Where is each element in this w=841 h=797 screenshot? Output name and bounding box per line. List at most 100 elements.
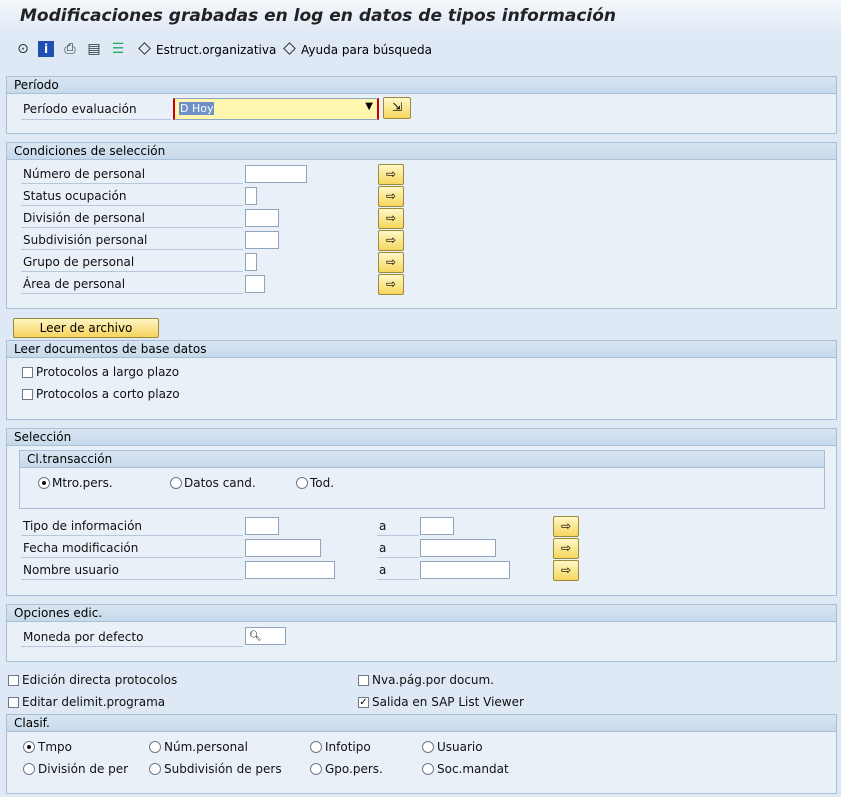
datos-cand-radio[interactable] [170, 477, 182, 489]
largo-plazo-checkbox[interactable] [22, 367, 33, 378]
gpo-pers-label: Gpo.pers. [325, 762, 383, 776]
leer-archivo-button[interactable]: Leer de archivo [13, 318, 159, 338]
condiciones-group: Condiciones de selección Número de perso… [6, 142, 837, 309]
diamond-icon [138, 42, 151, 55]
fecha-modificacion-from-input[interactable] [245, 539, 321, 557]
periodo-evaluacion-label: Período evaluación [23, 102, 137, 116]
salida-alv-checkbox[interactable]: ✓ [358, 697, 369, 708]
grupo-personal-label: Grupo de personal [23, 255, 135, 269]
tipo-informacion-label: Tipo de información [23, 519, 143, 533]
page-title: Modificaciones grabadas en log en datos … [20, 6, 617, 26]
usuario-radio[interactable] [422, 741, 434, 753]
underline [377, 557, 419, 558]
numero-personal-input[interactable] [245, 165, 307, 183]
condiciones-header: Condiciones de selección [7, 143, 836, 160]
infotipo-radio[interactable] [310, 741, 322, 753]
to-label: a [379, 519, 387, 533]
underline [21, 557, 243, 558]
variant-icon[interactable]: ▤ [86, 41, 102, 57]
division-per-label: División de per [38, 762, 129, 776]
soc-mandat-label: Soc.mandat [437, 762, 509, 776]
subdivision-personal-label: Subdivisión personal [23, 233, 148, 247]
nombre-usuario-from-input[interactable] [245, 561, 335, 579]
moneda-defecto-label: Moneda por defecto [23, 630, 144, 644]
division-personal-input[interactable] [245, 209, 279, 227]
division-per-radio[interactable] [23, 763, 35, 775]
fecha-modificacion-multiple-button[interactable]: ⇨ [553, 538, 579, 559]
area-personal-input[interactable] [245, 275, 265, 293]
infotipo-label: Infotipo [325, 740, 371, 754]
periodo-header: Período [7, 77, 836, 94]
print-icon[interactable]: ⎙ [62, 41, 78, 57]
numero-personal-multiple-button[interactable]: ⇨ [378, 164, 404, 185]
underline [21, 271, 243, 272]
moneda-defecto-input[interactable]: 🔍︎ [245, 627, 286, 645]
tipo-informacion-to-input[interactable] [420, 517, 454, 535]
tmpo-label: Tmpo [38, 740, 72, 754]
subdivision-personal-multiple-button[interactable]: ⇨ [378, 230, 404, 251]
area-personal-multiple-button[interactable]: ⇨ [378, 274, 404, 295]
info-icon[interactable]: i [38, 41, 54, 57]
leer-documentos-group: Leer documentos de base datos Protocolos… [6, 340, 837, 420]
usuario-label: Usuario [437, 740, 483, 754]
division-personal-label: División de personal [23, 211, 145, 225]
status-ocupacion-multiple-button[interactable]: ⇨ [378, 186, 404, 207]
editar-delimit-label: Editar delimit.programa [22, 695, 166, 709]
nva-pag-checkbox[interactable] [358, 675, 369, 686]
division-personal-multiple-button[interactable]: ⇨ [378, 208, 404, 229]
underline [377, 535, 419, 536]
area-personal-label: Área de personal [23, 277, 126, 291]
grupo-personal-input[interactable] [245, 253, 257, 271]
tipo-informacion-from-input[interactable] [245, 517, 279, 535]
underline [21, 119, 171, 120]
tipo-informacion-multiple-button[interactable]: ⇨ [553, 516, 579, 537]
ayuda-busqueda-button[interactable]: Ayuda para búsqueda [283, 42, 432, 57]
subdivision-pers-label: Subdivisión de pers [164, 762, 282, 776]
nombre-usuario-to-input[interactable] [420, 561, 510, 579]
mtro-pers-radio[interactable] [38, 477, 50, 489]
status-ocupacion-input[interactable] [245, 187, 257, 205]
opciones-header: Opciones edic. [7, 605, 836, 622]
cl-transaccion-group: Cl.transacción Mtro.pers. Datos cand. To… [19, 450, 825, 509]
nombre-usuario-multiple-button[interactable]: ⇨ [553, 560, 579, 581]
salida-alv-label: Salida en SAP List Viewer [372, 695, 524, 709]
underline [21, 249, 243, 250]
clasif-header: Clasif. [7, 715, 836, 732]
num-personal-label: Núm.personal [164, 740, 248, 754]
gpo-pers-radio[interactable] [310, 763, 322, 775]
search-icon[interactable]: 🔍︎ [249, 631, 262, 642]
underline [21, 535, 243, 536]
datos-cand-label: Datos cand. [184, 476, 256, 490]
underline [377, 579, 419, 580]
leer-documentos-header: Leer documentos de base datos [7, 341, 836, 358]
fecha-modificacion-label: Fecha modificación [23, 541, 139, 555]
soc-mandat-radio[interactable] [422, 763, 434, 775]
tmpo-radio[interactable] [23, 741, 35, 753]
selection-icon[interactable]: ☰ [110, 41, 126, 57]
edicion-directa-checkbox[interactable] [8, 675, 19, 686]
underline [21, 227, 243, 228]
corto-plazo-checkbox[interactable] [22, 389, 33, 400]
editar-delimit-checkbox[interactable] [8, 697, 19, 708]
edicion-directa-label: Edición directa protocolos [22, 673, 178, 687]
to-label: a [379, 541, 387, 555]
fecha-modificacion-to-input[interactable] [420, 539, 496, 557]
nva-pag-label: Nva.pág.por docum. [372, 673, 495, 687]
nombre-usuario-label: Nombre usuario [23, 563, 119, 577]
periodo-evaluacion-select[interactable]: D Hoy ▼ [173, 98, 379, 120]
period-options-icon[interactable]: ⇲ [383, 97, 411, 119]
seleccion-header: Selección [7, 429, 836, 446]
estruct-organizativa-button[interactable]: Estruct.organizativa [138, 42, 276, 57]
periodo-value: D Hoy [179, 102, 215, 115]
subdivision-personal-input[interactable] [245, 231, 279, 249]
subdivision-pers-radio[interactable] [149, 763, 161, 775]
application-toolbar: ⊙ i ⎙ ▤ ☰ Estruct.organizativa Ayuda par… [0, 36, 841, 64]
num-personal-radio[interactable] [149, 741, 161, 753]
chevron-down-icon[interactable]: ▼ [365, 101, 373, 112]
corto-plazo-label: Protocolos a corto plazo [36, 387, 180, 401]
tod-radio[interactable] [296, 477, 308, 489]
execute-icon[interactable]: ⊙ [15, 41, 31, 57]
tod-label: Tod. [310, 476, 335, 490]
status-ocupacion-label: Status ocupación [23, 189, 127, 203]
grupo-personal-multiple-button[interactable]: ⇨ [378, 252, 404, 273]
